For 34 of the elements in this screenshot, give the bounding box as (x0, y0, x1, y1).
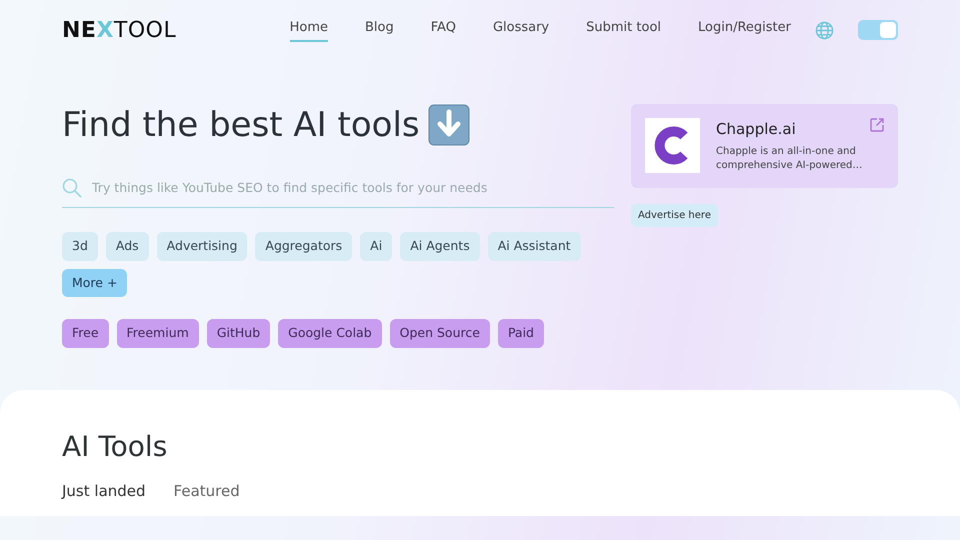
ad-card[interactable]: Chapple.ai Chapple is an all-in-one and comprehensive AI-powered… (631, 104, 898, 188)
section-tab[interactable]: Featured (174, 480, 240, 502)
section-tab[interactable]: Just landed (62, 480, 146, 502)
logo[interactable]: NEXTOOL (62, 14, 176, 46)
category-tag[interactable]: Aggregators (255, 232, 352, 260)
pricing-tag[interactable]: Freemium (116, 319, 199, 348)
nav-link[interactable]: Blog (365, 18, 394, 42)
nav-link[interactable]: FAQ (430, 18, 456, 42)
ad-description: Chapple is an all-in-one and comprehensive AI-powered… (716, 144, 864, 173)
search-field[interactable]: Try things like YouTube SEO to find specific tools for your needs (90, 178, 614, 199)
more-button[interactable]: More + (62, 268, 128, 298)
category-tag[interactable]: Advertising (156, 232, 248, 260)
globe-icon[interactable] (815, 20, 834, 40)
advertise-button[interactable]: Advertise here (631, 204, 718, 226)
section-heading: AI Tools (62, 430, 168, 464)
search-icon (62, 178, 82, 198)
category-tag[interactable]: Ai Assistant (488, 232, 581, 260)
category-tag[interactable]: Ads (106, 232, 149, 260)
pricing-tag[interactable]: Paid (498, 319, 544, 348)
pricing-tag[interactable]: Google Colab (278, 319, 382, 348)
category-tag[interactable]: 3d (62, 232, 98, 260)
pricing-tag[interactable]: GitHub (206, 319, 270, 348)
nav-link[interactable]: Home (290, 18, 328, 42)
category-tag[interactable]: Ai (360, 232, 392, 260)
external-link-icon[interactable] (870, 118, 884, 132)
category-tag[interactable]: Ai Agents (400, 232, 480, 260)
ad-title: Chapple.ai (716, 119, 796, 140)
nav-link[interactable]: Glossary (492, 18, 550, 42)
nav-link[interactable]: Submit tool (586, 18, 662, 42)
nav-link[interactable]: Login/Register (698, 18, 791, 42)
page-heading: Find the best AI tools (62, 104, 420, 146)
pricing-tag[interactable]: Free (62, 319, 109, 348)
pricing-tag[interactable]: Open Source (390, 319, 490, 348)
theme-toggle[interactable] (858, 20, 898, 40)
